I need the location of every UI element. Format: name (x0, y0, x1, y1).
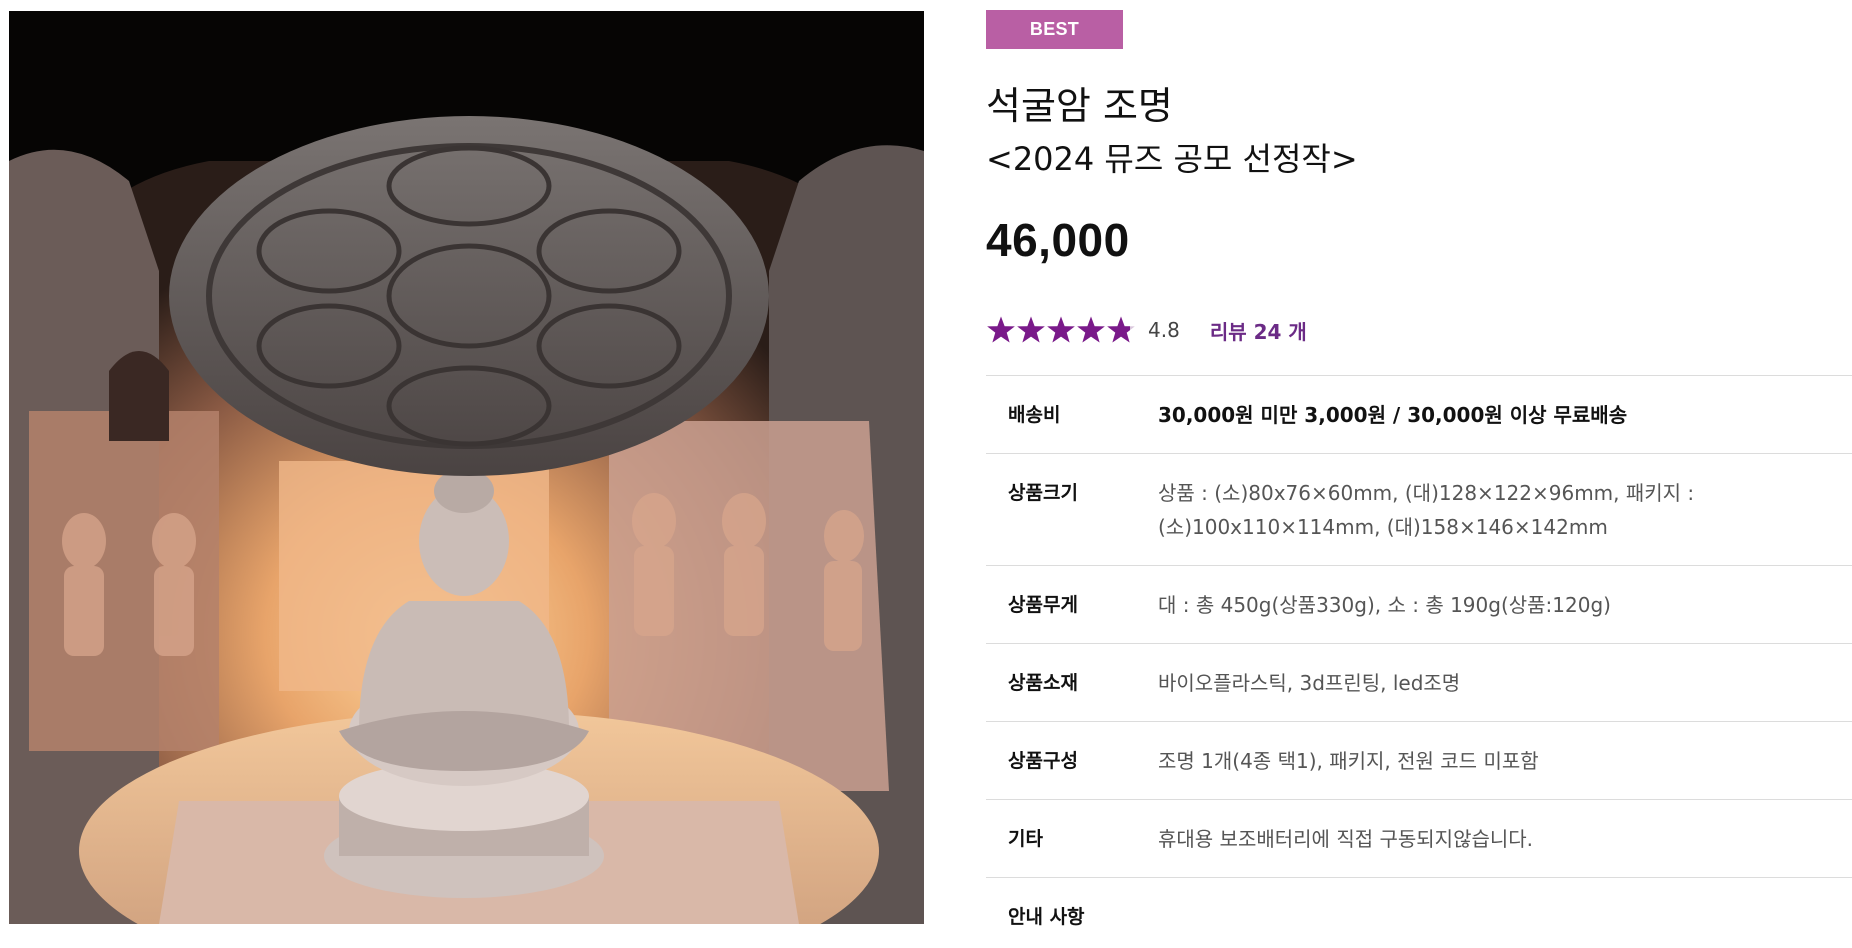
spec-value-line: (소)100x110×114mm, (대)158×146×142mm (1158, 515, 1608, 539)
product-subtitle: <2024 뮤즈 공모 선정작> (986, 140, 1358, 178)
product-price: 46,000 (986, 214, 1130, 266)
rating-value: 4.8 (1148, 318, 1180, 342)
spec-table: 배송비 30,000원 미만 3,000원 / 30,000원 이상 무료배송상품… (986, 375, 1852, 948)
spec-value: 조명 1개(4종 택1), 패키지, 전원 코드 미포함 (1158, 744, 1852, 778)
spec-label: 배송비 (1008, 404, 1061, 426)
spec-value: 상품 : (소)80x76×60mm, (대)128×122×96mm, 패키지… (1158, 476, 1852, 544)
spec-label: 상품크기 (1008, 482, 1078, 504)
rating: 4.8 리뷰 24 개 (986, 310, 1307, 350)
best-badge: BEST (986, 10, 1123, 49)
spec-label: 안내 사항 (1008, 906, 1085, 928)
spec-label: 상품구성 (1008, 750, 1078, 772)
spec-label: 기타 (1008, 828, 1043, 850)
spec-value: 대 : 총 450g(상품330g), 소 : 총 190g(상품:120g) (1158, 588, 1852, 622)
star-icon (1017, 316, 1045, 343)
product-photo[interactable] (9, 11, 924, 924)
spec-value: 바이오플라스틱, 3d프린팅, led조명 (1158, 666, 1852, 700)
spec-row: 상품소재 바이오플라스틱, 3d프린팅, led조명 (986, 644, 1852, 722)
star-icon (1077, 316, 1105, 343)
spec-value-line: 30,000원 미만 3,000원 / 30,000원 이상 무료배송 (1158, 403, 1628, 427)
spec-row: 상품무게 대 : 총 450g(상품330g), 소 : 총 190g(상품:12… (986, 566, 1852, 644)
star-icon (1107, 316, 1135, 343)
star-rating (986, 315, 1136, 345)
star-icon (987, 316, 1015, 343)
spec-label: 상품소재 (1008, 672, 1078, 694)
spec-row: 상품크기 상품 : (소)80x76×60mm, (대)128×122×96mm,… (986, 454, 1852, 566)
spec-value-line: 조명 1개(4종 택1), 패키지, 전원 코드 미포함 (1158, 749, 1539, 773)
spec-row: 상품구성 조명 1개(4종 택1), 패키지, 전원 코드 미포함 (986, 722, 1852, 800)
spec-value-line: 대 : 총 450g(상품330g), 소 : 총 190g(상품:120g) (1158, 593, 1611, 617)
spec-value-line: 휴대용 보조배터리에 직접 구동되지않습니다. (1158, 827, 1534, 851)
spec-row: 기타 휴대용 보조배터리에 직접 구동되지않습니다. (986, 800, 1852, 878)
product-photo-illustration (9, 11, 924, 924)
star-icon (1047, 316, 1075, 343)
product-title: 석굴암 조명 (986, 84, 1173, 128)
spec-value-line: 바이오플라스틱, 3d프린팅, led조명 (1158, 671, 1461, 695)
spec-label: 상품무게 (1008, 594, 1078, 616)
review-count-link[interactable]: 리뷰 24 개 (1210, 316, 1307, 345)
spec-row: 안내 사항 (986, 878, 1852, 948)
spec-row: 배송비 30,000원 미만 3,000원 / 30,000원 이상 무료배송 (986, 376, 1852, 454)
spec-value-line: 상품 : (소)80x76×60mm, (대)128×122×96mm, 패키지… (1158, 481, 1695, 505)
spec-value: 휴대용 보조배터리에 직접 구동되지않습니다. (1158, 822, 1852, 856)
spec-value: 30,000원 미만 3,000원 / 30,000원 이상 무료배송 (1158, 398, 1852, 432)
